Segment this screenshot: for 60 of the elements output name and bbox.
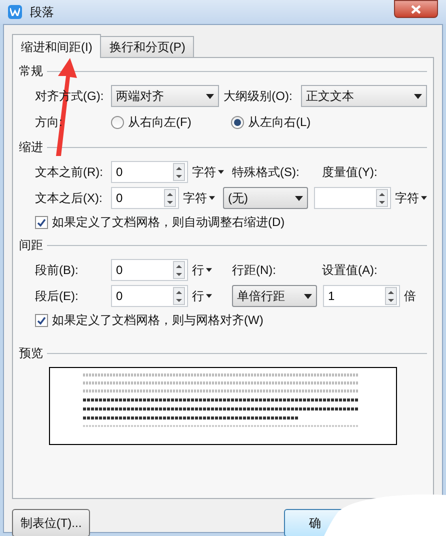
field-label: 段后(E): <box>35 288 80 305</box>
spin-field[interactable]: 0 <box>111 285 188 307</box>
caret-icon <box>206 94 214 98</box>
field-label: 文本之前(R): <box>35 164 104 181</box>
section-title: 常规 <box>19 63 43 80</box>
tab-stops-button[interactable]: 制表位(T)... <box>12 509 90 536</box>
spinner-icon[interactable] <box>173 163 185 181</box>
field-label: 大纲级别(O): <box>224 88 294 105</box>
caret-icon <box>206 268 212 272</box>
checkbox[interactable] <box>35 314 48 326</box>
app-logo-icon <box>8 5 22 19</box>
field-label: 方向: <box>35 114 64 131</box>
checkbox-label: 如果定义了文档网格，则与网格对齐(W) <box>52 312 264 329</box>
unit-dropdown[interactable]: 行 <box>192 261 212 279</box>
field-label: 度量值(Y): <box>322 164 378 181</box>
unit-dropdown[interactable]: 字符 <box>395 189 427 207</box>
section-title: 间距 <box>19 237 43 254</box>
dropdown[interactable]: (无) <box>223 187 308 209</box>
unit-dropdown[interactable]: 字符 <box>183 189 215 207</box>
spinner-icon[interactable] <box>173 261 185 279</box>
caret-icon <box>206 294 212 298</box>
field-label: 段前(B): <box>35 262 80 279</box>
radio-label: 从右向左(F) <box>128 114 192 131</box>
unit-dropdown[interactable]: 倍 <box>404 287 416 305</box>
field-label: 设置值(A): <box>322 262 378 279</box>
unit-dropdown[interactable]: 行 <box>192 287 212 305</box>
close-icon <box>411 4 421 14</box>
caret-icon <box>304 294 312 298</box>
caret-icon <box>209 196 215 200</box>
radio-button[interactable] <box>111 116 124 128</box>
field-label: 文本之后(X): <box>35 190 104 207</box>
tab[interactable]: 换行和分页(P) <box>100 36 194 57</box>
section-title: 缩进 <box>19 139 43 156</box>
field-label: 特殊格式(S): <box>232 164 300 181</box>
spin-field[interactable]: 0 <box>111 187 179 209</box>
dropdown[interactable]: 正文文本 <box>300 85 428 107</box>
checkbox[interactable] <box>35 216 48 228</box>
spinner-icon[interactable] <box>164 189 176 207</box>
radio-label: 从左向右(L) <box>248 114 311 131</box>
caret-icon <box>421 196 427 200</box>
tab[interactable]: 缩进和间距(I) <box>12 34 102 58</box>
section-title: 预览 <box>19 345 43 362</box>
close-button[interactable] <box>394 0 438 18</box>
spinner-icon[interactable] <box>376 189 388 207</box>
dropdown[interactable]: 单倍行距 <box>232 285 317 307</box>
caret-icon <box>414 94 422 98</box>
unit-dropdown[interactable]: 字符 <box>192 163 224 181</box>
checkbox-label: 如果定义了文档网格，则自动调整右缩进(D) <box>52 214 285 231</box>
spin-field[interactable] <box>314 187 391 209</box>
spinner-icon[interactable] <box>173 287 185 305</box>
caret-icon <box>218 170 224 174</box>
spin-field[interactable]: 0 <box>111 259 188 281</box>
spinner-icon[interactable] <box>385 287 397 305</box>
spin-field[interactable]: 0 <box>111 161 188 183</box>
window-title: 段落 <box>30 4 54 21</box>
field-label: 行距(N): <box>232 262 277 279</box>
radio-button[interactable] <box>231 116 244 128</box>
caret-icon <box>295 196 303 200</box>
spin-field[interactable]: 1 <box>323 285 400 307</box>
dropdown[interactable]: 两端对齐 <box>111 85 219 107</box>
